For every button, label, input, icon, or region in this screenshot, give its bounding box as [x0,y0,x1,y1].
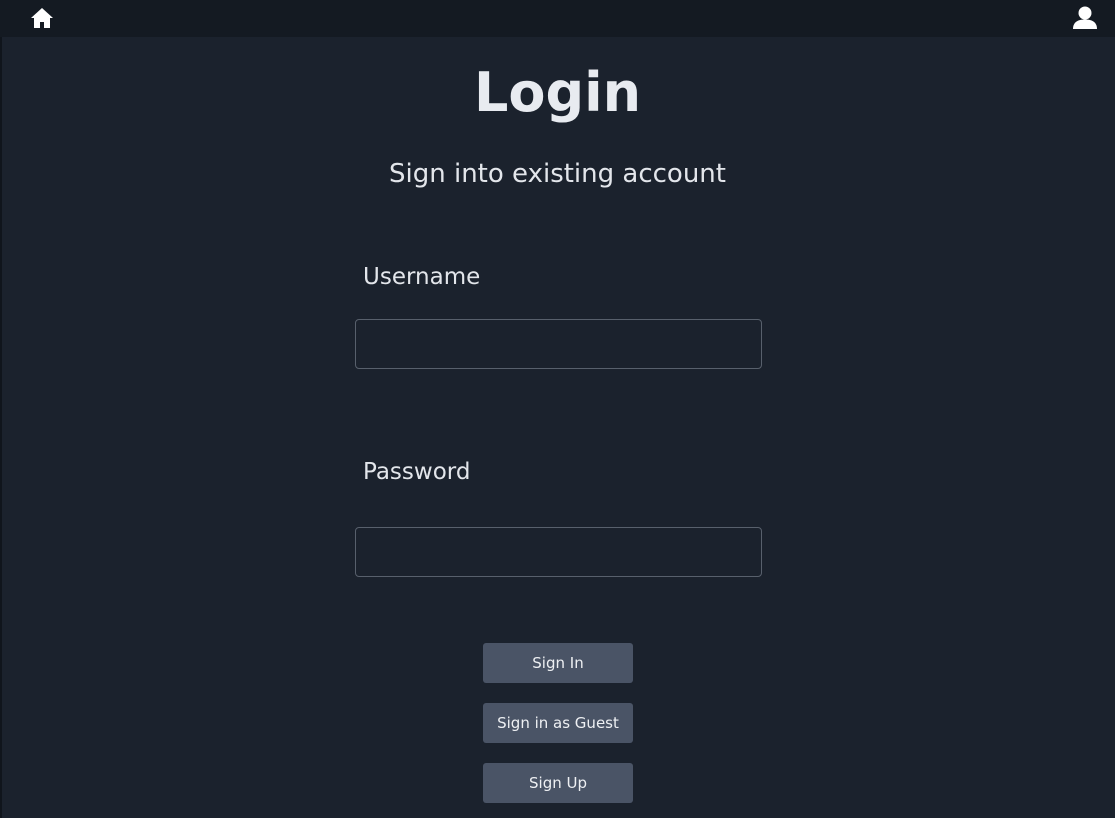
page-title: Login [473,61,642,124]
username-input[interactable] [355,319,762,369]
sign-in-as-guest-button[interactable]: Sign in as Guest [483,703,633,743]
password-label: Password [363,459,471,485]
username-label: Username [363,264,481,290]
sign-up-button[interactable]: Sign Up [483,763,633,803]
page-subtitle: Sign into existing account [389,159,726,189]
left-edge-divider [0,37,2,818]
sign-in-button[interactable]: Sign In [483,643,633,683]
home-icon [31,8,53,28]
password-input[interactable] [355,527,762,577]
user-icon [1073,6,1097,29]
home-button[interactable] [30,7,54,29]
top-navigation-bar [0,0,1115,37]
user-account-button[interactable] [1072,6,1098,30]
